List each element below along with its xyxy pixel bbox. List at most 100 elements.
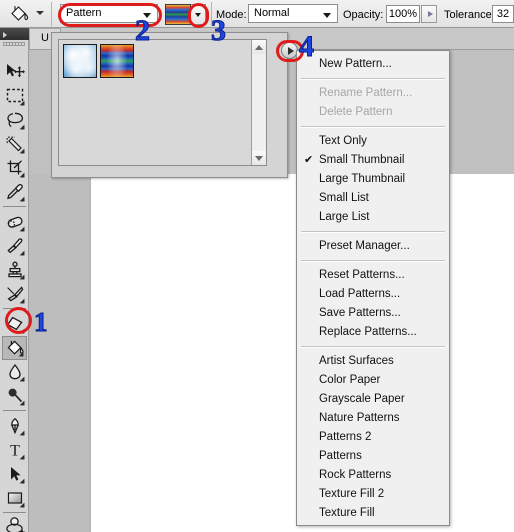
- sidebar-item-rectangular-marquee-tool[interactable]: [2, 84, 27, 108]
- tolerance-input[interactable]: 32: [492, 5, 514, 23]
- tool-palette: T: [0, 28, 29, 532]
- sidebar-item-brush-tool[interactable]: [2, 234, 27, 258]
- menu-item[interactable]: Reset Patterns...: [297, 266, 449, 285]
- tool-group-divider: [3, 308, 26, 309]
- menu-separator: [301, 231, 445, 233]
- fill-source-combo[interactable]: Pattern: [60, 4, 158, 23]
- menu-item[interactable]: Load Patterns...: [297, 285, 449, 304]
- menu-separator: [301, 126, 445, 128]
- menu-item[interactable]: Text Only: [297, 132, 449, 151]
- tool-group-divider: [3, 512, 26, 513]
- tool-more-indicator: [19, 454, 25, 460]
- menu-item-label: Preset Manager...: [319, 240, 410, 252]
- menu-item-label: Color Paper: [319, 374, 381, 386]
- sidebar-item-healing-brush-tool[interactable]: [2, 210, 27, 234]
- menu-separator: [301, 78, 445, 80]
- sidebar-item-lasso-tool[interactable]: [2, 108, 27, 132]
- paint-bucket-icon[interactable]: [6, 3, 32, 25]
- opacity-input[interactable]: 100%: [386, 5, 420, 23]
- tolerance-label: Tolerance:: [444, 9, 495, 21]
- pattern-swatch-item[interactable]: [100, 44, 134, 78]
- menu-item-label: Large Thumbnail: [319, 173, 406, 185]
- tool-more-indicator: [19, 478, 25, 484]
- menu-item[interactable]: Small List: [297, 189, 449, 208]
- tool-preset-chevron-icon[interactable]: [36, 11, 44, 15]
- mode-value: Normal: [254, 7, 290, 19]
- menu-item[interactable]: Preset Manager...: [297, 237, 449, 256]
- menu-item[interactable]: Color Paper: [297, 371, 449, 390]
- photoshop-window: Pattern Mode: Normal Opacity: 100% Toler…: [0, 0, 514, 532]
- menu-item-label: Replace Patterns...: [319, 326, 417, 338]
- sidebar-item-type-tool[interactable]: T: [2, 438, 27, 462]
- tolerance-value: 32: [496, 8, 510, 20]
- menu-item[interactable]: Patterns: [297, 447, 449, 466]
- sidebar-item-blur-tool[interactable]: [2, 360, 27, 384]
- chevron-down-icon: [323, 13, 331, 18]
- tool-more-indicator: [18, 351, 24, 357]
- menu-item[interactable]: ✔ Small Thumbnail: [297, 151, 449, 170]
- menu-item-label: Patterns 2: [319, 431, 372, 443]
- menu-item[interactable]: Patterns 2: [297, 428, 449, 447]
- pattern-well[interactable]: [165, 4, 191, 25]
- menu-item[interactable]: Grayscale Paper: [297, 390, 449, 409]
- menu-item-label: Delete Pattern: [319, 106, 393, 118]
- scroll-up-icon[interactable]: [252, 40, 266, 54]
- menu-item[interactable]: Large Thumbnail: [297, 170, 449, 189]
- tool-more-indicator: [19, 430, 25, 436]
- sidebar-item-move-tool[interactable]: [2, 60, 27, 84]
- sidebar-item-eraser-tool[interactable]: [2, 312, 27, 336]
- workspace-white-band: [479, 174, 514, 532]
- opacity-slider-button[interactable]: [421, 5, 437, 23]
- menu-item-label: Texture Fill: [319, 507, 375, 519]
- tool-more-indicator: [19, 196, 25, 202]
- tool-more-indicator: [19, 250, 25, 256]
- menu-item[interactable]: Texture Fill: [297, 504, 449, 523]
- menu-item-label: Load Patterns...: [319, 288, 401, 300]
- sidebar-item-dodge-tool[interactable]: [2, 384, 27, 408]
- sidebar-item-clone-stamp-tool[interactable]: [2, 258, 27, 282]
- triangle-right-icon: [287, 46, 294, 55]
- options-separator: [211, 2, 212, 26]
- pattern-well-dropdown[interactable]: [191, 4, 206, 25]
- menu-item[interactable]: Rock Patterns: [297, 466, 449, 485]
- svg-text:T: T: [10, 443, 20, 459]
- menu-item-label: Reset Patterns...: [319, 269, 405, 281]
- pattern-picker-popup: [51, 32, 288, 178]
- menu-item[interactable]: Large List: [297, 208, 449, 227]
- scroll-down-icon[interactable]: [252, 151, 266, 165]
- opacity-value: 100%: [388, 8, 418, 20]
- menu-item[interactable]: Replace Patterns...: [297, 323, 449, 342]
- palette-collapse-handle[interactable]: [0, 28, 29, 40]
- mode-label: Mode:: [216, 9, 247, 21]
- tool-group-divider: [3, 410, 26, 411]
- menu-item-label: Small Thumbnail: [319, 154, 405, 166]
- menu-item-label: Text Only: [319, 135, 367, 147]
- sidebar-item-eyedropper-tool[interactable]: [2, 180, 27, 204]
- mode-combo[interactable]: Normal: [248, 4, 338, 23]
- chevron-right-icon: [428, 11, 433, 17]
- tool-more-indicator: [19, 328, 25, 334]
- palette-drag-grip[interactable]: [3, 42, 25, 46]
- menu-item[interactable]: Artist Surfaces: [297, 352, 449, 371]
- tool-options-bar: Pattern Mode: Normal Opacity: 100% Toler…: [0, 0, 514, 28]
- menu-item[interactable]: Texture Fill 2: [297, 485, 449, 504]
- sidebar-item-magic-wand-tool[interactable]: [2, 132, 27, 156]
- pattern-swatch-item[interactable]: [63, 44, 97, 78]
- sidebar-item-pen-tool[interactable]: [2, 414, 27, 438]
- fill-source-value: Pattern: [66, 7, 102, 19]
- chevron-down-icon: [195, 13, 201, 17]
- menu-item[interactable]: Save Patterns...: [297, 304, 449, 323]
- tool-more-indicator: [19, 400, 25, 406]
- menu-item[interactable]: Nature Patterns: [297, 409, 449, 428]
- pattern-swatch-grid[interactable]: [58, 39, 267, 166]
- sidebar-item-path-selection-tool[interactable]: [2, 462, 27, 486]
- menu-item[interactable]: New Pattern...: [297, 55, 449, 74]
- swatch-bubbles-thumbnail: [64, 45, 96, 77]
- sidebar-item-history-brush-tool[interactable]: [2, 282, 27, 306]
- sidebar-item-crop-tool[interactable]: [2, 156, 27, 180]
- pattern-grid-scrollbar[interactable]: [251, 40, 266, 165]
- sidebar-item-paint-bucket-tool[interactable]: [2, 336, 27, 360]
- sidebar-item-rectangle-tool[interactable]: [2, 486, 27, 510]
- tool-more-indicator: [19, 148, 25, 154]
- sidebar-item-hand-tool[interactable]: [2, 514, 27, 532]
